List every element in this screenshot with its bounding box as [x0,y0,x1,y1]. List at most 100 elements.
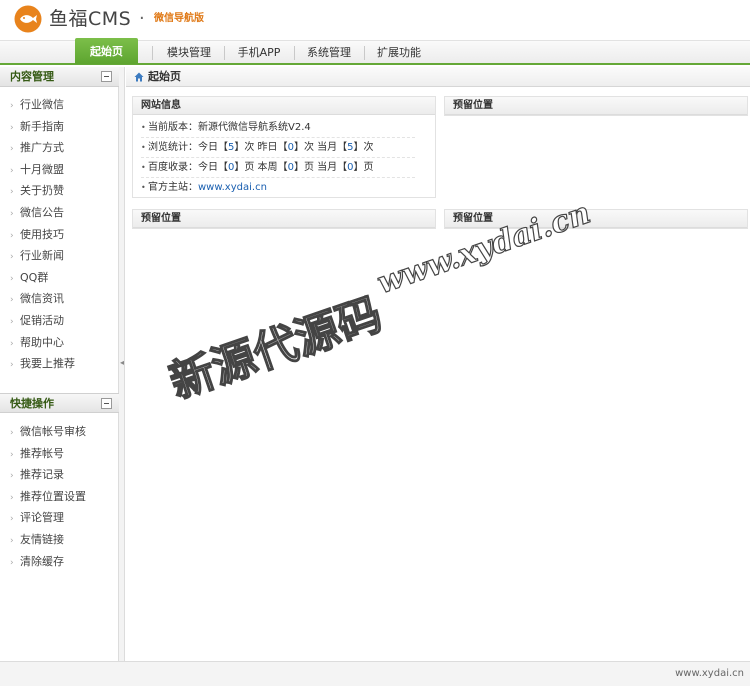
baidu-week-count: 0 [287,162,294,173]
sidebar-item-label: 新手指南 [20,119,64,133]
version-label: 当前版本： [148,122,198,133]
sidebar-item-label: 微信资讯 [20,292,64,306]
visits-today-count: 5 [228,142,235,153]
baidu-suffix: 页 [363,162,374,173]
sidebar-item[interactable]: › 新手指南 [10,117,115,137]
bullet-icon: • [141,183,146,192]
chevron-right-icon: › [10,252,14,263]
tab-modules[interactable]: 模块管理 [158,41,220,64]
baidu-week-label: 页 本周 [244,162,278,173]
sidebar-item-label: 我要上推荐 [20,357,75,371]
sidebar-item-label: 推荐记录 [20,468,64,482]
chevron-right-icon: › [10,317,14,327]
reserved-panel: 预留位置 [444,96,748,116]
chevron-left-icon[interactable]: ◂ [120,358,124,367]
sidebar-item[interactable]: › 我要上推荐 [10,354,115,374]
reserved-panel: 预留位置 [444,209,748,229]
collapse-icon[interactable] [101,398,112,409]
sidebar-item-label: 评论管理 [20,511,64,525]
tab-home[interactable]: 起始页 [75,38,138,64]
breadcrumb-current: 起始页 [148,70,181,83]
chevron-right-icon: › [10,514,14,525]
visits-row: • 浏览统计：今日【5】次 昨日【0】次 当月【5】次 [141,138,415,158]
version-value: 新源代微信导航系统V2.4 [198,122,311,133]
sidebar-item[interactable]: › 行业新闻 [10,246,115,266]
collapse-icon[interactable] [101,71,112,82]
sidebar-item[interactable]: › 推荐位置设置 [10,487,115,507]
sidebar-item[interactable]: › 十月微盟 [10,160,115,180]
chevron-right-icon: › [10,230,14,241]
sidebar-item-label: 促销活动 [20,314,64,327]
sidebar-item-label: 友情链接 [20,533,64,546]
site-label: 官方主站： [148,182,198,193]
sidebar-item[interactable]: › 微信公告 [10,203,115,223]
chevron-right-icon: › [10,536,14,546]
chevron-right-icon: › [10,187,14,198]
sidebar-item-label: 行业新闻 [20,249,64,263]
sidebar-item[interactable]: › 清除缓存 [10,552,115,572]
visits-label: 浏览统计： [148,142,198,153]
sidebar-item-label: 使用技巧 [20,227,64,241]
tab-divider [294,46,295,60]
chevron-right-icon: › [10,338,14,349]
tab-divider [224,46,225,60]
reserved-panel: 预留位置 [132,209,436,229]
sidebar-item[interactable]: › 微信帐号审核 [10,422,115,442]
sidebar-item-label: QQ群 [20,270,49,284]
chevron-right-icon: › [10,295,14,306]
version-row: • 当前版本：新源代微信导航系统V2.4 [141,118,415,138]
sidebar-item[interactable]: › 微信资讯 [10,289,115,309]
quick-panel-title: 快捷操作 [10,397,54,410]
sidebar-item[interactable]: › 推荐记录 [10,465,115,485]
chevron-right-icon: › [10,471,14,482]
bullet-icon: • [141,143,146,152]
watermark-text: 新源代源码 [163,288,389,409]
chevron-right-icon: › [10,165,14,176]
tab-divider [364,46,365,60]
bullet-icon: • [141,123,146,132]
sidebar-item[interactable]: › QQ群 [10,268,115,288]
brand-separator: · [139,8,145,29]
official-site-link[interactable]: www.xydai.cn [198,182,267,193]
site-info-panel: 网站信息 • 当前版本：新源代微信导航系统V2.4 • 浏览统计：今日【5】次 昨日… [132,96,436,198]
reserved-panel-title: 预留位置 [445,97,747,115]
sidebar-item-label: 帮助中心 [20,335,64,349]
sidebar-item[interactable]: › 使用技巧 [10,225,115,245]
sidebar-item[interactable]: › 帮助中心 [10,333,115,353]
quick-panel-header[interactable]: 快捷操作 [0,393,119,413]
sidebar-item-label: 行业微信 [20,98,64,111]
baidu-month-count: 0 [347,162,354,173]
sidebar-item[interactable]: › 促销活动 [10,311,115,331]
sidebar-item[interactable]: › 推荐帐号 [10,444,115,464]
content-panel-header[interactable]: 内容管理 [0,67,119,87]
chevron-right-icon: › [10,101,14,111]
sidebar-item-label: 微信帐号审核 [20,425,86,438]
sidebar-item[interactable]: › 关于扔赞 [10,181,115,201]
reserved-panel-title: 预留位置 [445,210,747,228]
chevron-right-icon: › [10,492,14,503]
baidu-today-count: 0 [228,162,235,173]
breadcrumb: 起始页 [126,67,750,87]
visits-yesterday-label: 次 昨日 [244,142,278,153]
sidebar-item-label: 关于扔赞 [20,184,64,198]
sidebar: 内容管理 › 行业微信 › 新手指南 › 推广方式 › 十月微盟 › 关于扔赞 › 微信公告 › 使用技巧… [0,67,119,661]
sidebar-item[interactable]: › 友情链接 [10,530,115,550]
baidu-month-label: 页 当月 [303,162,338,173]
sidebar-item-label: 十月微盟 [20,162,64,176]
sidebar-item[interactable]: › 行业微信 [10,95,115,115]
chevron-right-icon: › [10,273,14,284]
chevron-right-icon: › [10,428,14,438]
sidebar-item-label: 推荐帐号 [20,446,64,460]
sidebar-item-label: 清除缓存 [20,554,64,568]
baidu-row: • 百度收录：今日【0】页 本周【0】页 当月【0】页 [141,158,415,178]
bullet-icon: • [141,163,146,172]
sidebar-item-label: 推广方式 [20,141,64,155]
sidebar-item[interactable]: › 推广方式 [10,138,115,158]
brand-subtitle: 微信导航版 [154,13,204,24]
tab-mobile-app[interactable]: 手机APP [230,41,288,64]
chevron-right-icon: › [10,209,14,219]
sidebar-item[interactable]: › 评论管理 [10,508,115,528]
tab-system[interactable]: 系统管理 [300,41,358,64]
chevron-right-icon: › [10,144,14,155]
tab-extensions[interactable]: 扩展功能 [370,41,428,64]
